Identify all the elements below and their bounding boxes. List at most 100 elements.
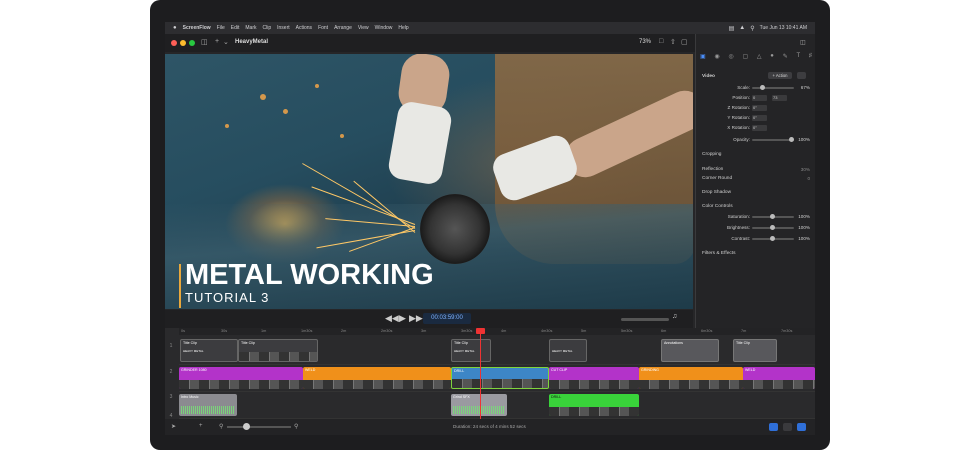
menu-insert[interactable]: Insert — [277, 25, 290, 31]
title-clip[interactable]: Title Clip HEAVY METAL — [180, 339, 238, 362]
scale-slider[interactable] — [752, 85, 794, 90]
canvas-subtitle-text[interactable]: TUTORIAL 3 — [185, 290, 269, 305]
filters-section[interactable]: Filters & Effects — [702, 251, 736, 256]
corner-round-section[interactable]: Corner Round — [702, 176, 732, 181]
control-center-icon[interactable]: ▤ — [729, 25, 735, 32]
play-icon[interactable]: ▶ — [399, 313, 406, 324]
callout-icon[interactable]: △ — [757, 53, 762, 63]
opacity-slider[interactable] — [752, 137, 794, 142]
video-clip[interactable]: GRINDER 1080 — [179, 367, 303, 389]
drop-shadow-section[interactable]: Drop Shadow — [702, 190, 731, 195]
zoom-out-icon[interactable]: ⚲ — [219, 423, 223, 430]
brightness-value[interactable]: 100% — [798, 225, 810, 230]
reflection-section[interactable]: Reflection — [702, 167, 723, 172]
fast-forward-icon[interactable]: ▶▶ — [409, 313, 423, 324]
x-rotation-field[interactable]: 0° — [752, 125, 767, 131]
track-header-2[interactable]: 2 — [165, 369, 177, 375]
menu-actions[interactable]: Actions — [296, 25, 312, 31]
video-clip[interactable]: DRILL — [549, 394, 639, 416]
brightness-slider-knob[interactable] — [770, 225, 775, 230]
opacity-slider-knob[interactable] — [789, 137, 794, 142]
position-x-field[interactable]: 0 — [752, 95, 767, 101]
ripple-button[interactable] — [783, 423, 792, 431]
search-icon[interactable]: ⚲ — [750, 25, 754, 32]
scale-value[interactable]: 67% — [801, 85, 810, 90]
menu-edit[interactable]: Edit — [231, 25, 240, 31]
options-button[interactable] — [797, 72, 806, 79]
color-controls-section[interactable]: Color Controls — [702, 204, 733, 209]
contrast-slider-knob[interactable] — [770, 236, 775, 241]
snap-button[interactable] — [769, 423, 778, 431]
chevron-down-icon[interactable]: ⌄ — [223, 38, 229, 46]
menu-window[interactable]: Window — [375, 25, 393, 31]
audio-clip[interactable]: Intro Music — [179, 394, 237, 416]
title-clip[interactable]: HEAVY METAL — [549, 339, 587, 362]
text-icon[interactable]: T — [796, 53, 800, 63]
add-action-button[interactable]: + Action — [768, 72, 792, 79]
saturation-value[interactable]: 100% — [798, 214, 810, 219]
minimize-window-icon[interactable] — [180, 40, 186, 46]
timecode-display[interactable]: 00:03:59:00 — [423, 313, 471, 324]
saturation-slider[interactable] — [752, 214, 794, 219]
track-header-3[interactable]: 3 — [165, 394, 177, 400]
corner-round-value[interactable]: 0 — [807, 176, 810, 181]
title-clip[interactable]: Title Clip — [238, 339, 318, 362]
rewind-icon[interactable]: ◀◀ — [385, 313, 399, 324]
arrow-tool-icon[interactable]: ➤ — [171, 423, 176, 430]
track-header-1[interactable]: 1 — [165, 343, 177, 349]
title-clip[interactable]: Title Clip HEAVY METAL — [451, 339, 491, 362]
zoom-window-icon[interactable] — [189, 40, 195, 46]
contrast-value[interactable]: 100% — [798, 236, 810, 241]
timeline-zoom-slider[interactable] — [227, 426, 291, 428]
sidebar-toggle-icon[interactable]: ◫ — [201, 38, 208, 46]
saturation-slider-knob[interactable] — [770, 214, 775, 219]
canvas-title-text[interactable]: METAL WORKING — [185, 259, 434, 292]
share-icon[interactable]: ⇧ — [670, 38, 676, 46]
zoom-in-icon[interactable]: ⚲ — [294, 423, 298, 430]
menu-help[interactable]: Help — [398, 25, 408, 31]
menu-file[interactable]: File — [217, 25, 225, 31]
audio-inspector-icon[interactable]: ◉ — [714, 53, 719, 63]
touch-icon[interactable]: ● — [770, 53, 774, 63]
inspector-toggle-icon[interactable]: ◫ — [800, 39, 806, 46]
selected-video-clip[interactable]: DRILL — [451, 367, 549, 389]
menu-clip[interactable]: Clip — [263, 25, 272, 31]
speaker-icon[interactable]: ♫ — [672, 313, 677, 320]
reflection-value[interactable]: 30% — [801, 167, 810, 172]
video-inspector-icon[interactable]: ▣ — [700, 53, 706, 63]
timeline-zoom-knob[interactable] — [243, 423, 250, 430]
time-ruler[interactable]: 0s 30s 1m 1m30s 2m 2m30s 3m 3m30s 4m 4m3… — [179, 328, 815, 335]
screen-recording-icon[interactable]: ▢ — [742, 53, 748, 63]
wifi-icon[interactable]: ▲ — [739, 25, 745, 31]
canvas-zoom[interactable]: 73% — [639, 39, 651, 45]
y-rotation-field[interactable]: 0° — [752, 115, 767, 121]
scale-slider-knob[interactable] — [760, 85, 765, 90]
menu-mark[interactable]: Mark — [245, 25, 256, 31]
brightness-slider[interactable] — [752, 225, 794, 230]
filter-button[interactable] — [797, 423, 806, 431]
apple-menu-icon[interactable]: ● — [173, 25, 177, 31]
export-icon[interactable]: ▢ — [681, 38, 688, 46]
close-window-icon[interactable] — [171, 40, 177, 46]
menu-font[interactable]: Font — [318, 25, 328, 31]
video-clip[interactable]: WELD — [743, 367, 815, 389]
add-track-icon[interactable]: + — [199, 423, 203, 429]
cropping-section[interactable]: Cropping — [702, 152, 721, 157]
title-clip[interactable]: Title Clip — [733, 339, 777, 362]
z-rotation-field[interactable]: 0° — [752, 105, 767, 111]
video-clip[interactable]: WELD — [303, 367, 451, 389]
position-y-field[interactable]: 73 — [772, 95, 787, 101]
video-clip[interactable]: CUT CLIP — [549, 367, 639, 389]
contrast-slider[interactable] — [752, 236, 794, 241]
opacity-value[interactable]: 100% — [798, 137, 810, 142]
volume-slider[interactable] — [621, 318, 669, 321]
video-canvas[interactable]: METAL WORKING TUTORIAL 3 — [165, 54, 693, 309]
audio-clip[interactable]: Grind SFX — [451, 394, 507, 416]
menu-clock[interactable]: Tue Jun 13 10:41 AM — [760, 25, 807, 31]
add-media-icon[interactable]: + — [215, 38, 219, 45]
video-motion-icon[interactable]: ◎ — [728, 53, 733, 63]
media-library-icon[interactable]: ♯ — [809, 53, 812, 63]
menu-arrange[interactable]: Arrange — [334, 25, 352, 31]
video-clip[interactable]: GRINDING — [639, 367, 743, 389]
menu-app-name[interactable]: ScreenFlow — [183, 25, 211, 31]
